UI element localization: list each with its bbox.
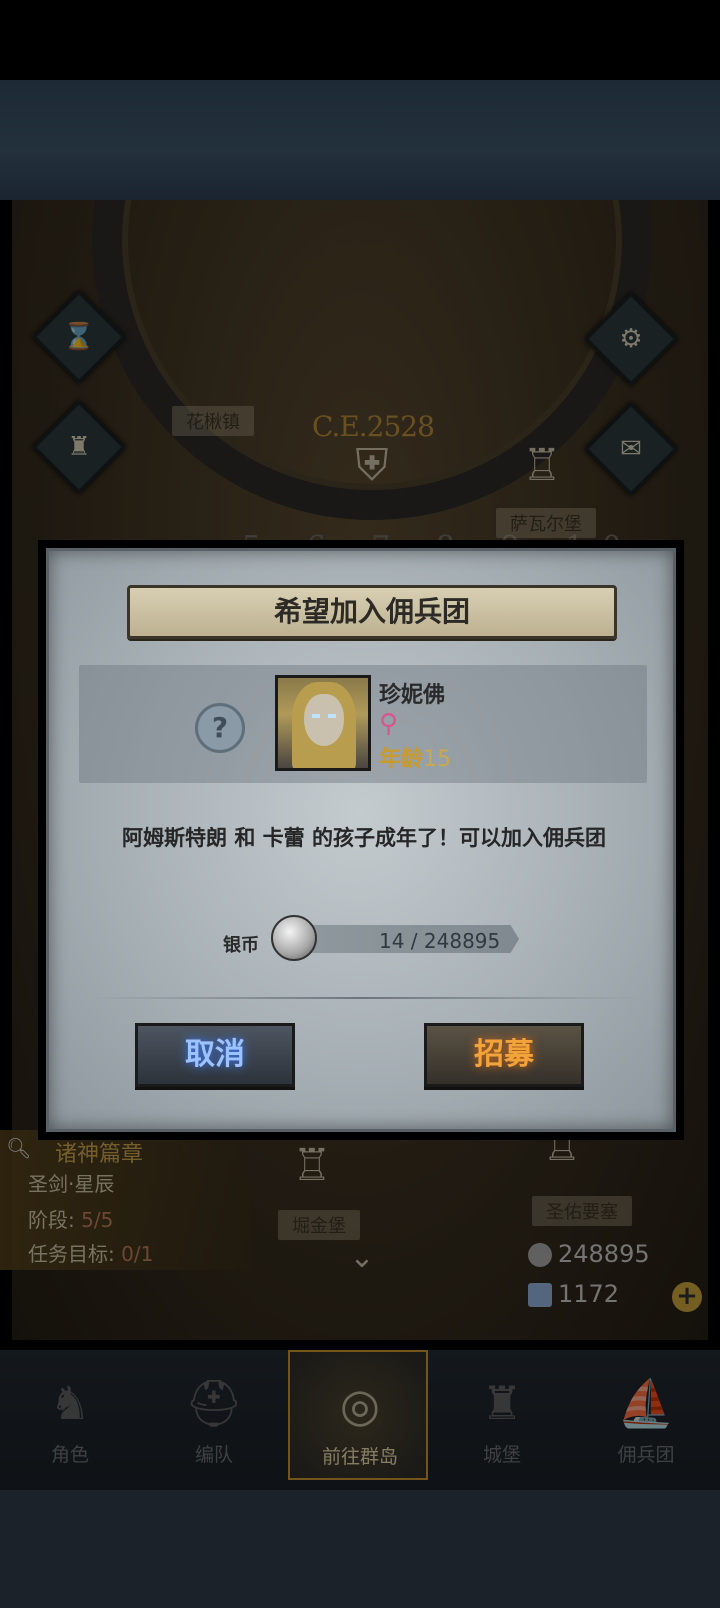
cost-value: 14 / 248895 bbox=[379, 929, 501, 953]
top-black-bar bbox=[0, 0, 720, 80]
cost-label: 银币 bbox=[223, 935, 259, 956]
age-value: 15 bbox=[423, 747, 452, 772]
question-icon[interactable]: ? bbox=[195, 703, 245, 753]
dialog-divider bbox=[89, 997, 637, 999]
candidate-age: 年龄15 bbox=[379, 741, 451, 773]
silver-coin-icon bbox=[271, 915, 317, 961]
dialog-title-banner: 希望加入佣兵团 bbox=[127, 585, 617, 639]
recruit-button[interactable]: 招募 bbox=[424, 1023, 584, 1087]
bottom-band bbox=[0, 1480, 720, 1608]
dialog-title: 希望加入佣兵团 bbox=[273, 595, 470, 628]
cancel-button[interactable]: 取消 bbox=[135, 1023, 295, 1087]
female-icon: ⚲ bbox=[379, 709, 399, 739]
recruit-dialog: 希望加入佣兵团 ? 珍妮佛 ⚲ 年龄15 阿姆斯特朗 和 卡蕾 的孩子成年了！可… bbox=[38, 540, 684, 1140]
age-label: 年龄 bbox=[379, 747, 424, 772]
dialog-body: 希望加入佣兵团 ? 珍妮佛 ⚲ 年龄15 阿姆斯特朗 和 卡蕾 的孩子成年了！可… bbox=[46, 548, 676, 1132]
candidate-portrait[interactable] bbox=[275, 675, 371, 771]
candidate-name: 珍妮佛 bbox=[379, 683, 446, 708]
top-header-band bbox=[0, 80, 720, 200]
dialog-message: 阿姆斯特朗 和 卡蕾 的孩子成年了！可以加入佣兵团 bbox=[122, 826, 606, 850]
